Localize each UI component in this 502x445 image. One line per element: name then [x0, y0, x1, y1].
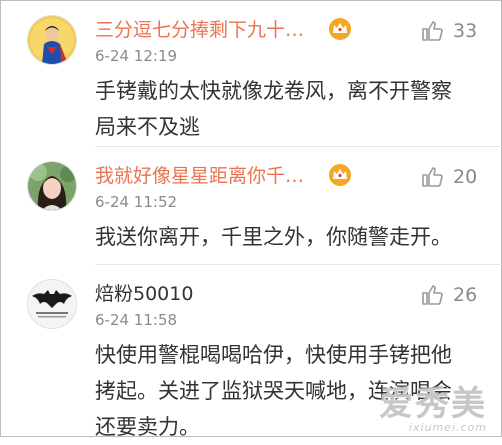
thumbs-up-icon — [422, 285, 443, 305]
like-button[interactable]: 20 — [421, 164, 481, 190]
comment-line: 手铐戴的太快就像龙卷风，离不开警察 — [95, 79, 452, 103]
comment-list: 三分逗七分捧剩下九十… 6-24 12:19 33 手铐戴的太快就像龙卷风，离不… — [0, 0, 502, 439]
avatar[interactable] — [27, 161, 77, 211]
username[interactable]: 焙粉50010 — [95, 282, 193, 306]
thumbs-up-icon — [422, 167, 443, 187]
vip-crown-icon — [329, 164, 351, 186]
comment-line: 快使用警棍喝喝哈伊，快使用手铐把他 — [95, 343, 452, 367]
comment-text: 手铐戴的太快就像龙卷风，离不开警察 局来不及逃 — [95, 73, 475, 145]
comment-item: 我就好像星星距离你千… 6-24 11:52 20 我送你离开，千里之外，你随警… — [1, 147, 502, 265]
timestamp: 6-24 11:52 — [95, 193, 178, 211]
comment-text: 我送你离开，千里之外，你随警走开。 — [95, 219, 475, 255]
like-button[interactable]: 26 — [421, 282, 481, 308]
like-count: 26 — [453, 284, 478, 306]
vip-crown-icon — [329, 18, 351, 40]
comment-line: 拷起。关进了监狱哭天喊地，连演唱会 — [95, 379, 452, 403]
comment-line: 局来不及逃 — [95, 115, 200, 139]
comment-item: 焙粉50010 6-24 11:58 26 快使用警棍喝喝哈伊，快使用手铐把他 … — [1, 265, 502, 439]
superman-avatar-image — [28, 16, 76, 64]
timestamp: 6-24 11:58 — [95, 311, 178, 329]
girl-photo-avatar-image — [28, 162, 76, 210]
comment-line: 我送你离开，千里之外，你随警走开。 — [95, 225, 452, 249]
like-button[interactable]: 33 — [421, 18, 481, 44]
like-count: 33 — [453, 20, 478, 42]
username[interactable]: 三分逗七分捧剩下九十… — [95, 18, 304, 42]
timestamp: 6-24 12:19 — [95, 47, 178, 65]
thumbs-up-icon — [422, 21, 443, 41]
batman-logo-avatar-image — [28, 280, 76, 328]
comment-line: 还要卖力。 — [95, 415, 200, 439]
username[interactable]: 我就好像星星距离你千… — [95, 164, 304, 188]
like-count: 20 — [453, 166, 478, 188]
comment-text: 快使用警棍喝喝哈伊，快使用手铐把他 拷起。关进了监狱哭天喊地，连演唱会 还要卖力… — [95, 337, 475, 445]
avatar[interactable] — [27, 279, 77, 329]
avatar[interactable] — [27, 15, 77, 65]
comment-item: 三分逗七分捧剩下九十… 6-24 12:19 33 手铐戴的太快就像龙卷风，离不… — [1, 1, 502, 147]
